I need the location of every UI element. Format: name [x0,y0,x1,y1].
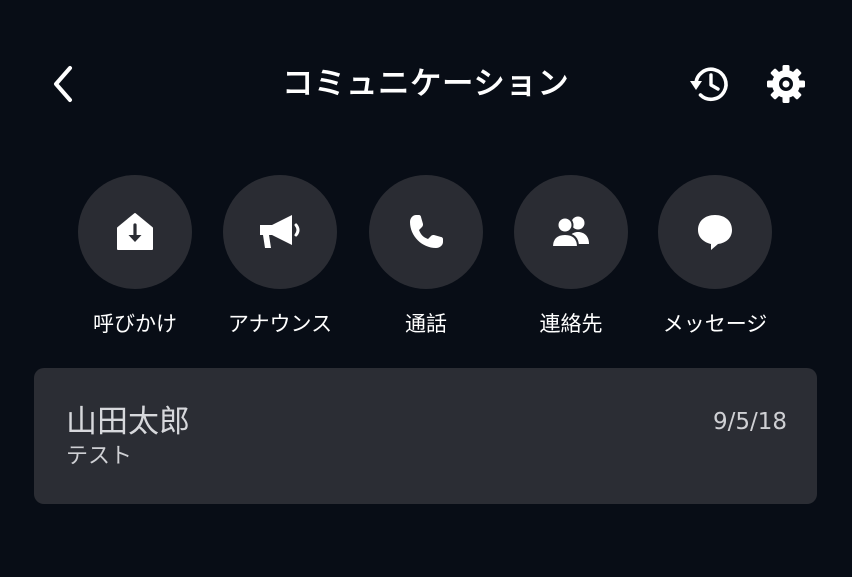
drop-in-label: 呼びかけ [93,312,177,336]
megaphone-icon [260,215,300,248]
messages-button[interactable]: メッセージ [640,175,790,339]
contacts-circle[interactable] [514,175,628,289]
drop-in-button[interactable]: 呼びかけ [60,175,210,339]
contact-name: 山田太郎 [66,404,190,440]
call-label: 通話 [405,312,447,336]
gear-icon [767,65,805,103]
contacts-icon [550,216,589,248]
announcement-button[interactable]: アナウンス [205,175,355,339]
announcement-label: アナウンス [227,312,333,336]
phone-icon [410,215,443,248]
message-date: 9/5/18 [712,409,787,435]
message-preview: テスト [66,444,133,469]
messages-label: メッセージ [662,312,768,336]
messages-circle[interactable] [658,175,772,289]
announcement-circle[interactable] [223,175,337,289]
contacts-button[interactable]: 連絡先 [496,175,646,339]
settings-button[interactable] [760,58,812,110]
call-circle[interactable] [369,175,483,289]
history-button[interactable] [684,58,736,110]
contacts-label: 連絡先 [539,312,603,336]
history-icon [690,67,728,102]
conversation-card[interactable]: 山田太郎 テスト 9/5/18 [34,368,817,504]
drop-in-house-icon [117,213,153,250]
chat-bubble-icon [698,215,732,250]
header: コミュニケーション [0,0,852,165]
drop-in-circle[interactable] [78,175,192,289]
call-button[interactable]: 通話 [351,175,501,339]
action-bar: 呼びかけ アナウンス 通話 連絡先 メッセージ [0,175,852,355]
